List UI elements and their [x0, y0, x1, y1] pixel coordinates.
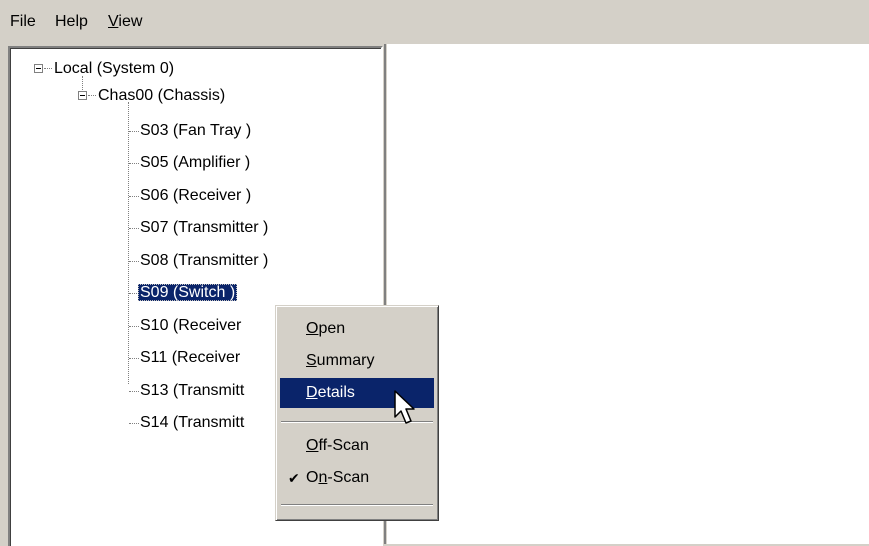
tree-node-label: S11 (Receiver [140, 349, 241, 366]
mnemonic: S [306, 352, 317, 369]
menu-view-mnemonic: V [108, 13, 119, 30]
tree-connector [44, 68, 52, 70]
tree-connector [128, 102, 130, 384]
collapse-icon[interactable] [34, 64, 43, 73]
menu-separator [281, 504, 433, 506]
menu-item-on-scan[interactable]: ✔ On-Scan [280, 463, 434, 493]
tree-node-slot[interactable]: S03 (Fan Tray ) [138, 119, 253, 143]
menu-file[interactable]: File [6, 11, 40, 33]
menu-item-label: etails [317, 384, 355, 401]
tree-node-label: S05 (Amplifier ) [140, 154, 251, 171]
tree-node-slot[interactable]: S10 (Receiver [138, 314, 243, 338]
tree-node-label: S07 (Transmitter ) [140, 219, 269, 236]
tree-node-local[interactable]: Local (System 0) [52, 57, 176, 81]
menu-item-label: ummary [316, 352, 375, 369]
tree-node-label: S14 (Transmitt [140, 414, 245, 431]
menu-item-label: pen [318, 320, 346, 337]
tree-connector [82, 76, 84, 90]
tree-node-label: Local (System 0) [54, 60, 175, 77]
tree-node-slot[interactable]: S13 (Transmitt [138, 379, 246, 403]
detail-pane[interactable] [387, 44, 869, 544]
menu-item-summary[interactable]: Summary [280, 346, 434, 376]
menu-view-rest: iew [118, 13, 143, 30]
tree-node-label: S09 (Switch ) [138, 284, 238, 301]
tree-node-slot[interactable]: S08 (Transmitter ) [138, 249, 270, 273]
menu-item-off-scan[interactable]: Off-Scan [280, 431, 434, 461]
tree-connector [88, 95, 96, 97]
checkmark-icon: ✔ [288, 470, 300, 486]
mnemonic: O [306, 437, 319, 454]
tree-node-slot[interactable]: S11 (Receiver [138, 346, 242, 370]
tree-node-chassis[interactable]: Chas00 (Chassis) [96, 84, 227, 108]
arrow-cursor-icon [394, 390, 415, 424]
menu-view[interactable]: View [104, 11, 146, 33]
tree-node-label: S08 (Transmitter ) [140, 252, 269, 269]
tree-node-slot[interactable]: S07 (Transmitter ) [138, 216, 270, 240]
tree-node-label: S10 (Receiver [140, 317, 242, 334]
tree-node-label: S13 (Transmitt [140, 382, 245, 399]
menu-help[interactable]: Help [51, 11, 92, 33]
tree-node-slot-selected[interactable]: S09 (Switch ) [138, 281, 238, 305]
tree-node-slot[interactable]: S05 (Amplifier ) [138, 151, 252, 175]
menu-item-label-pre: O [306, 469, 319, 486]
menu-bar: File Help View [0, 0, 869, 44]
tree-node-label: S03 (Fan Tray ) [140, 122, 252, 139]
tree-node-slot[interactable]: S14 (Transmitt [138, 411, 246, 435]
tree-node-label: S06 (Receiver ) [140, 187, 252, 204]
menu-item-label: -Scan [327, 469, 370, 486]
mnemonic: D [306, 384, 318, 401]
menu-item-open[interactable]: Open [280, 314, 434, 344]
mnemonic: O [306, 320, 319, 337]
tree-node-label: Chas00 (Chassis) [98, 87, 226, 104]
tree-node-slot[interactable]: S06 (Receiver ) [138, 184, 253, 208]
menu-item-label: ff-Scan [318, 437, 369, 454]
collapse-icon[interactable] [78, 91, 87, 100]
